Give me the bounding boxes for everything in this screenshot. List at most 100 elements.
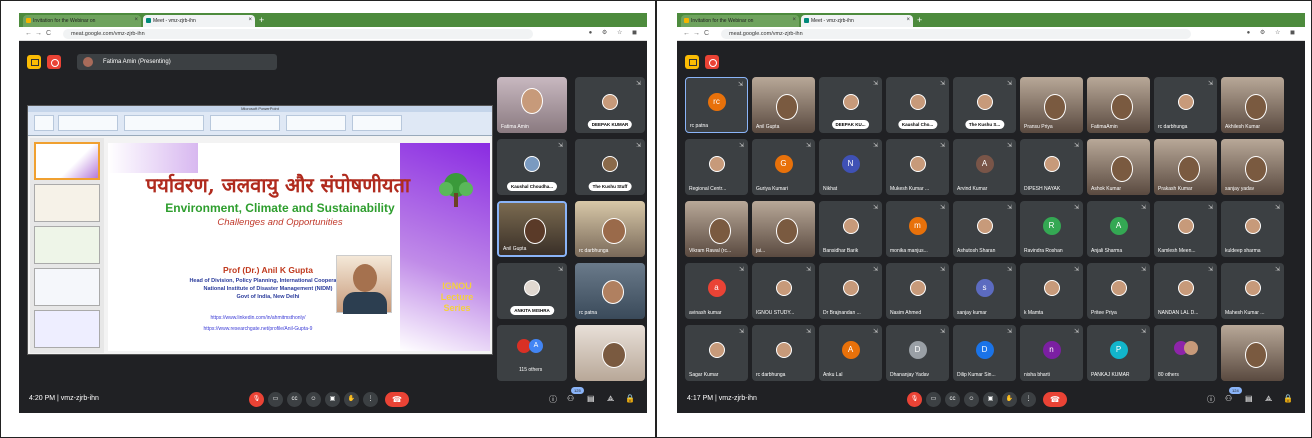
url-field[interactable]: meat.google.com/vmz-zjrb-ihn xyxy=(63,29,533,39)
participant-tile[interactable]: ⇲ Dr Brajnandan ... xyxy=(819,263,882,319)
participant-tile[interactable] xyxy=(575,325,645,381)
participant-tile[interactable]: ⇲ DEEPAK KUMAR xyxy=(575,77,645,133)
participant-tile[interactable]: ⇲ D Dhananjay Yadav xyxy=(886,325,949,381)
forward-icon[interactable]: → xyxy=(693,30,700,37)
chat-icon[interactable]: ▤ xyxy=(1245,394,1253,403)
pin-icon[interactable]: ⇲ xyxy=(873,266,878,273)
participant-tile[interactable]: ⇲ rc darbhunga xyxy=(752,325,815,381)
participant-tile[interactable]: ⇲ IGNOU STUDY... xyxy=(752,263,815,319)
participant-tile[interactable]: jai... xyxy=(752,201,815,257)
participant-tile[interactable]: ⇲ Sagar Kumar xyxy=(685,325,748,381)
pin-icon[interactable]: ⇲ xyxy=(1074,204,1079,211)
participant-tile[interactable]: ⇲ Pritee Priya xyxy=(1087,263,1150,319)
pin-icon[interactable]: ⇲ xyxy=(1007,204,1012,211)
record-icon[interactable] xyxy=(47,55,61,69)
participant-tile[interactable]: ⇲ Bansidhar Barik xyxy=(819,201,882,257)
pin-icon[interactable]: ⇲ xyxy=(558,266,563,273)
participant-tile[interactable]: ⇲ rc rc patna xyxy=(685,77,748,133)
pin-icon[interactable]: ⇲ xyxy=(558,142,563,149)
participant-tile[interactable]: ⇲ rc darbhunga xyxy=(1154,77,1217,133)
people-icon[interactable]: ⚇ xyxy=(1225,394,1232,403)
participant-tile[interactable]: ⇲ Regional Centr... xyxy=(685,139,748,195)
pin-icon[interactable]: ⇲ xyxy=(738,81,743,88)
participant-tile[interactable]: Vikram Rawal (rc... xyxy=(685,201,748,257)
participant-tile[interactable]: Pransu Priya xyxy=(1020,77,1083,133)
participant-tile[interactable]: ⇲ DEEPAK KU... xyxy=(819,77,882,133)
participant-tile[interactable]: Ashok Kumar xyxy=(1087,139,1150,195)
others-tile[interactable]: 80 others xyxy=(1154,325,1217,381)
pin-icon[interactable]: ⇲ xyxy=(739,328,744,335)
participant-tile[interactable]: ⇲ Nasim Ahmed xyxy=(886,263,949,319)
participant-tile[interactable]: ⇲ NANDAN LAL D... xyxy=(1154,263,1217,319)
participant-tile[interactable]: ⇲ Mahesh Kumar ... xyxy=(1221,263,1284,319)
participant-tile[interactable]: ⇲ s sanjay kumar xyxy=(953,263,1016,319)
captions-icon[interactable]: cc xyxy=(945,392,960,407)
present-icon[interactable] xyxy=(27,55,41,69)
pin-icon[interactable]: ⇲ xyxy=(1007,80,1012,87)
emoji-icon[interactable]: ☺ xyxy=(964,392,979,407)
participant-tile[interactable]: Anil Gupta xyxy=(752,77,815,133)
participant-tile[interactable]: ⇲ Mukesh Kumar ... xyxy=(886,139,949,195)
participant-tile[interactable]: ⇲ Kaushal Cho... xyxy=(886,77,949,133)
participant-tile[interactable]: ⇲ Ashutosh Sharan xyxy=(953,201,1016,257)
participant-tile[interactable]: Fatima Amin xyxy=(497,77,567,133)
pin-icon[interactable]: ⇲ xyxy=(1208,80,1213,87)
present-screen-icon[interactable]: ▣ xyxy=(983,392,998,407)
close-icon[interactable]: × xyxy=(134,17,138,23)
url-field[interactable]: meat.google.com/vmz-zjrb-ihn xyxy=(721,29,1191,39)
participant-tile[interactable]: ⇲ a avinash kumar xyxy=(685,263,748,319)
pin-icon[interactable]: ⇲ xyxy=(739,266,744,273)
pin-icon[interactable]: ⇲ xyxy=(806,142,811,149)
new-tab-icon[interactable]: + xyxy=(259,15,264,25)
raise-hand-icon[interactable]: ✋ xyxy=(344,392,359,407)
pin-icon[interactable]: ⇲ xyxy=(806,266,811,273)
participant-tile[interactable]: ⇲ A Anjali Sharma xyxy=(1087,201,1150,257)
participant-tile[interactable]: rc darbhunga xyxy=(575,201,645,257)
pin-icon[interactable]: ⇲ xyxy=(1275,266,1280,273)
participant-tile[interactable]: ⇲ D Dilip Kumar Sin... xyxy=(953,325,1016,381)
pin-icon[interactable]: ⇲ xyxy=(1141,328,1146,335)
participant-tile[interactable]: ⇲ G Guriya Kumari xyxy=(752,139,815,195)
participant-tile[interactable]: ⇲ Kamlesh Meen... xyxy=(1154,201,1217,257)
participant-tile[interactable]: FatimaAmin xyxy=(1087,77,1150,133)
pin-icon[interactable]: ⇲ xyxy=(636,80,641,87)
pin-icon[interactable]: ⇲ xyxy=(940,266,945,273)
participant-tile[interactable]: Akhilesh Kumar xyxy=(1221,77,1284,133)
participant-tile[interactable]: ⇲ ANKITA MISHRA xyxy=(497,263,567,319)
leave-call-button[interactable]: ☎ xyxy=(385,392,409,407)
participant-tile[interactable]: ⇲ The Kushu S... xyxy=(953,77,1016,133)
participant-tile[interactable] xyxy=(1221,325,1284,381)
back-icon[interactable]: ← xyxy=(683,30,690,37)
captions-icon[interactable]: cc xyxy=(287,392,302,407)
mic-off-icon[interactable]: 🎙 xyxy=(249,392,264,407)
pin-icon[interactable]: ⇲ xyxy=(636,142,641,149)
pin-icon[interactable]: ⇲ xyxy=(1208,204,1213,211)
pin-icon[interactable]: ⇲ xyxy=(1007,328,1012,335)
chat-icon[interactable]: ▤ xyxy=(587,394,595,403)
pin-icon[interactable]: ⇲ xyxy=(873,328,878,335)
participant-tile[interactable]: Anil Gupta xyxy=(497,201,567,257)
pin-icon[interactable]: ⇲ xyxy=(1074,142,1079,149)
participant-tile[interactable]: ⇲ n nisha bharti xyxy=(1020,325,1083,381)
close-icon[interactable]: × xyxy=(906,17,910,23)
back-icon[interactable]: ← xyxy=(25,30,32,37)
pin-icon[interactable]: ⇲ xyxy=(1275,204,1280,211)
tab-meet[interactable]: Meet - vmz-zjrb-ihn × xyxy=(801,15,913,27)
forward-icon[interactable]: → xyxy=(35,30,42,37)
participant-tile[interactable]: ⇲ Kaushal Choudha... xyxy=(497,139,567,195)
host-controls-icon[interactable]: 🔒 xyxy=(1283,394,1293,403)
pin-icon[interactable]: ⇲ xyxy=(1074,266,1079,273)
participant-tile[interactable]: ⇲ A Arvind Kumar xyxy=(953,139,1016,195)
pin-icon[interactable]: ⇲ xyxy=(1007,266,1012,273)
present-icon[interactable] xyxy=(685,55,699,69)
pin-icon[interactable]: ⇲ xyxy=(940,204,945,211)
record-icon[interactable] xyxy=(705,55,719,69)
raise-hand-icon[interactable]: ✋ xyxy=(1002,392,1017,407)
participant-tile[interactable]: ⇲ kuldeep sharma xyxy=(1221,201,1284,257)
pin-icon[interactable]: ⇲ xyxy=(873,142,878,149)
participant-tile[interactable]: ⇲ The Kushu Stuff xyxy=(575,139,645,195)
leave-call-button[interactable]: ☎ xyxy=(1043,392,1067,407)
participant-tile[interactable]: ⇲ N Nikhat xyxy=(819,139,882,195)
camera-icon[interactable]: ▭ xyxy=(926,392,941,407)
pin-icon[interactable]: ⇲ xyxy=(1141,204,1146,211)
